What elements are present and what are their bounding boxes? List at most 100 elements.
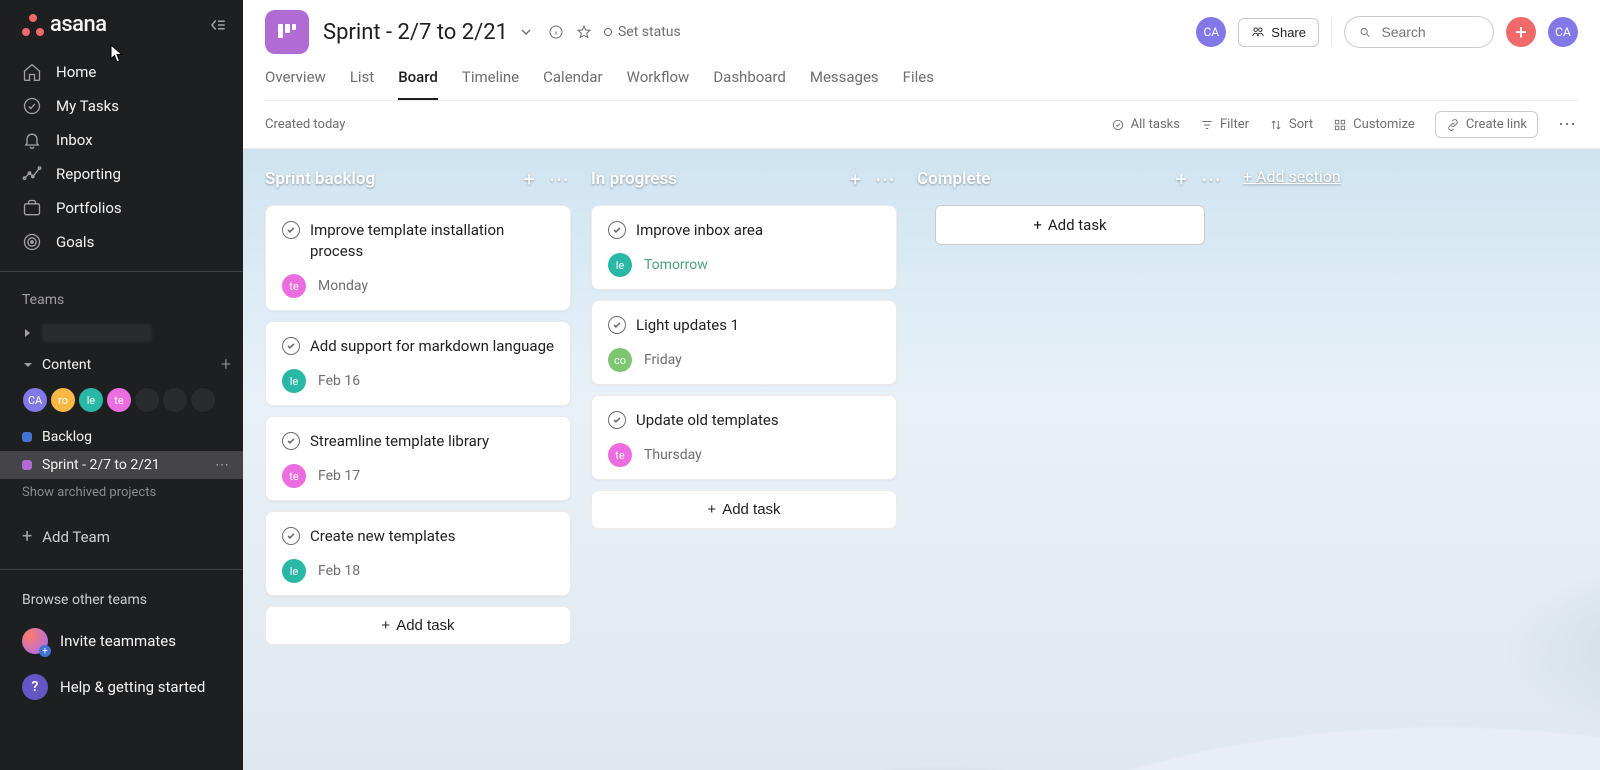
task-card[interactable]: Improve inbox arealeTomorrow	[591, 205, 897, 290]
column-more-icon[interactable]: ⋯	[1201, 167, 1223, 191]
tab-files[interactable]: Files	[903, 68, 934, 100]
add-task-icon[interactable]: +	[524, 167, 535, 191]
column-header: Complete + ⋯	[917, 167, 1223, 191]
quick-add-button[interactable]: +	[1506, 17, 1536, 47]
set-status-button[interactable]: Set status	[604, 24, 681, 40]
assignee-avatar[interactable]: le	[608, 253, 632, 277]
tabs: Overview List Board Timeline Calendar Wo…	[265, 54, 1578, 101]
share-label: Share	[1271, 25, 1306, 40]
project-row-backlog[interactable]: Backlog	[0, 423, 243, 451]
avatar[interactable]: le	[78, 387, 104, 413]
assignee-avatar[interactable]: te	[608, 443, 632, 467]
invite-teammates[interactable]: Invite teammates	[0, 618, 243, 664]
add-section-button[interactable]: + Add section	[1243, 167, 1341, 186]
nav-goals[interactable]: Goals	[0, 225, 243, 259]
board-column: Complete + ⋯ +Add task	[917, 167, 1223, 245]
avatar[interactable]: ro	[50, 387, 76, 413]
column-title[interactable]: Complete	[917, 169, 991, 189]
show-archived-link[interactable]: Show archived projects	[0, 479, 243, 512]
add-team-button[interactable]: + Add Team	[0, 512, 243, 561]
add-task-button[interactable]: +Add task	[265, 606, 571, 645]
column-more-icon[interactable]: ⋯	[549, 167, 571, 191]
nav-portfolios[interactable]: Portfolios	[0, 191, 243, 225]
column-title[interactable]: Sprint backlog	[265, 169, 375, 189]
task-card[interactable]: Light updates 1coFriday	[591, 300, 897, 385]
add-project-icon[interactable]: +	[221, 354, 231, 375]
header-member-avatar[interactable]: CA	[1196, 17, 1226, 47]
nav-inbox[interactable]: Inbox	[0, 123, 243, 157]
complete-check-icon[interactable]	[608, 221, 626, 239]
task-title: Create new templates	[310, 526, 455, 547]
project-tile-icon[interactable]	[265, 10, 309, 54]
team-row-content[interactable]: Content +	[0, 348, 243, 381]
avatar[interactable]: CA	[22, 387, 48, 413]
complete-check-icon[interactable]	[282, 337, 300, 355]
tab-calendar[interactable]: Calendar	[543, 68, 603, 100]
info-icon[interactable]	[548, 24, 564, 40]
task-card[interactable]: Streamline template libraryteFeb 17	[265, 416, 571, 501]
tab-messages[interactable]: Messages	[810, 68, 879, 100]
share-button[interactable]: Share	[1238, 18, 1319, 47]
people-icon	[1251, 25, 1265, 39]
task-title: Light updates 1	[636, 315, 739, 336]
chevron-down-icon[interactable]	[518, 24, 534, 40]
create-link-label: Create link	[1466, 117, 1527, 132]
plus-icon: +	[22, 526, 32, 547]
complete-check-icon[interactable]	[608, 411, 626, 429]
assignee-avatar[interactable]: le	[282, 369, 306, 393]
nav-reporting[interactable]: Reporting	[0, 157, 243, 191]
task-card[interactable]: Improve template installation processteM…	[265, 205, 571, 311]
task-card[interactable]: Add support for markdown languageleFeb 1…	[265, 321, 571, 406]
assignee-avatar[interactable]: le	[282, 559, 306, 583]
tab-overview[interactable]: Overview	[265, 68, 326, 100]
complete-check-icon[interactable]	[282, 527, 300, 545]
team-row-hidden[interactable]	[0, 318, 243, 348]
star-icon[interactable]	[576, 24, 592, 40]
project-more-icon[interactable]: ⋯	[215, 457, 231, 473]
avatar[interactable]: te	[106, 387, 132, 413]
add-task-icon[interactable]: +	[1176, 167, 1187, 191]
project-color-dot	[22, 460, 32, 470]
portfolio-icon	[22, 198, 42, 218]
task-card[interactable]: Create new templatesleFeb 18	[265, 511, 571, 596]
collapse-sidebar-button[interactable]	[209, 16, 227, 34]
search-box[interactable]	[1344, 16, 1494, 48]
browse-teams-link[interactable]: Browse other teams	[0, 586, 243, 618]
search-input[interactable]	[1379, 23, 1479, 41]
assignee-avatar[interactable]: te	[282, 274, 306, 298]
help-getting-started[interactable]: ? Help & getting started	[0, 664, 243, 710]
create-link-button[interactable]: Create link	[1435, 111, 1538, 138]
sort-button[interactable]: Sort	[1269, 117, 1313, 132]
column-more-icon[interactable]: ⋯	[875, 167, 897, 191]
logo[interactable]: asana	[22, 12, 107, 37]
add-task-button[interactable]: +Add task	[935, 205, 1205, 245]
logo-text: asana	[50, 12, 107, 37]
nav-label: Reporting	[56, 165, 121, 183]
tab-list[interactable]: List	[350, 68, 374, 100]
tab-board[interactable]: Board	[398, 68, 438, 100]
complete-check-icon[interactable]	[608, 316, 626, 334]
add-task-button[interactable]: +Add task	[591, 490, 897, 529]
column-title[interactable]: In progress	[591, 169, 677, 189]
project-row-sprint[interactable]: Sprint - 2/7 to 2/21 ⋯	[0, 451, 243, 479]
assignee-avatar[interactable]: te	[282, 464, 306, 488]
column-header: Sprint backlog + ⋯	[265, 167, 571, 191]
all-tasks-filter[interactable]: All tasks	[1111, 117, 1180, 132]
project-title[interactable]: Sprint - 2/7 to 2/21	[323, 20, 534, 45]
user-avatar[interactable]: CA	[1548, 17, 1578, 47]
invite-label: Invite teammates	[60, 632, 176, 650]
customize-button[interactable]: Customize	[1333, 117, 1415, 132]
complete-check-icon[interactable]	[282, 432, 300, 450]
toolbar-more-icon[interactable]: ⋯	[1558, 114, 1578, 135]
tab-timeline[interactable]: Timeline	[462, 68, 519, 100]
assignee-avatar[interactable]: co	[608, 348, 632, 372]
tab-dashboard[interactable]: Dashboard	[713, 68, 786, 100]
plus-icon: +	[1515, 20, 1526, 44]
goals-icon	[22, 232, 42, 252]
nav-my-tasks[interactable]: My Tasks	[0, 89, 243, 123]
tab-workflow[interactable]: Workflow	[627, 68, 690, 100]
add-task-icon[interactable]: +	[850, 167, 861, 191]
task-card[interactable]: Update old templatesteThursday	[591, 395, 897, 480]
filter-button[interactable]: Filter	[1200, 117, 1249, 132]
complete-check-icon[interactable]	[282, 221, 300, 239]
